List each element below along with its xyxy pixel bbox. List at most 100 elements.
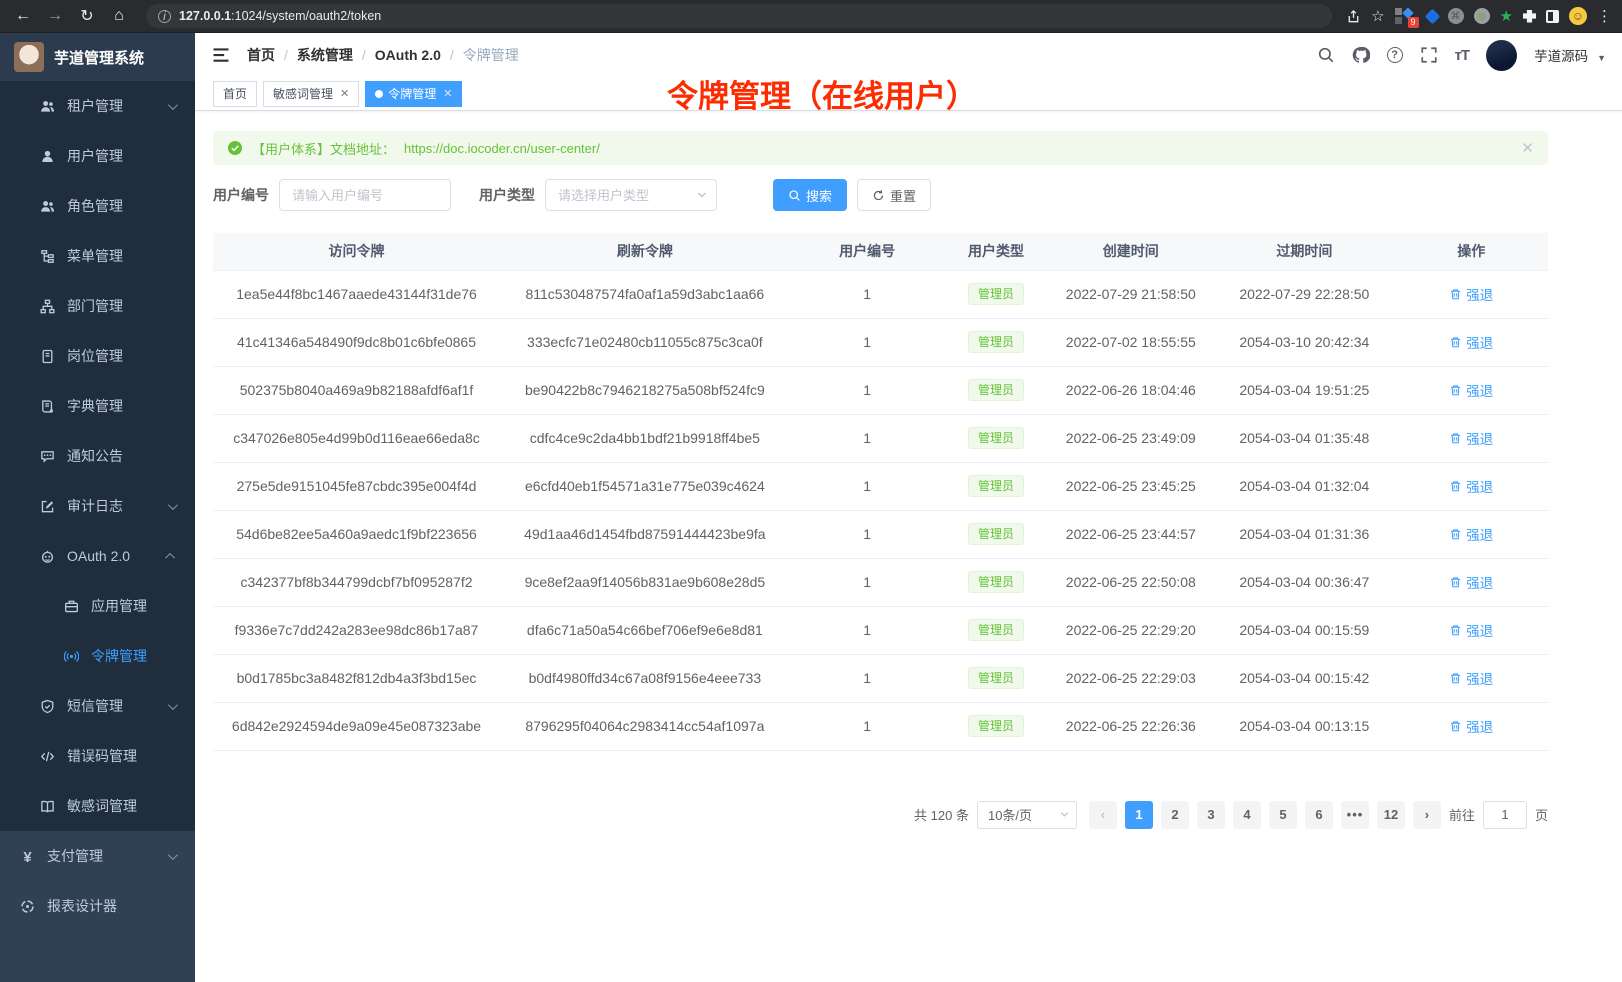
access-token-cell: c342377bf8b344799dcbf7bf095287f2: [213, 558, 500, 606]
breadcrumb-oauth2[interactable]: OAuth 2.0: [375, 47, 441, 63]
puzzle-extensions-icon[interactable]: [1523, 10, 1536, 23]
tab-token[interactable]: 令牌管理 ✕: [365, 81, 462, 107]
browser-back-button[interactable]: ←: [10, 3, 36, 29]
close-icon[interactable]: ✕: [1521, 139, 1534, 157]
site-info-icon[interactable]: i: [158, 10, 171, 23]
sidebar-item-notice[interactable]: 通知公告: [0, 431, 195, 481]
user-type-select[interactable]: [545, 179, 717, 211]
user-type-label: 用户类型: [479, 185, 535, 205]
sidebar-item-payment[interactable]: ¥ 支付管理: [0, 831, 195, 881]
close-icon[interactable]: ✕: [340, 87, 349, 100]
close-icon[interactable]: ✕: [443, 87, 452, 100]
pagination-prev-button[interactable]: ‹: [1089, 801, 1117, 829]
pagination-page-4[interactable]: 4: [1233, 801, 1261, 829]
app-logo-row[interactable]: 芋道管理系统: [0, 33, 195, 81]
breadcrumb-home[interactable]: 首页: [247, 45, 275, 65]
breadcrumb-system[interactable]: 系统管理: [297, 45, 353, 65]
browser-forward-button[interactable]: →: [42, 3, 68, 29]
address-bar[interactable]: i 127.0.0.1:1024/system/oauth2/token: [146, 4, 1332, 28]
pagination: 共 120 条 10条/页 ‹ 123456•••12 › 前往 页: [213, 801, 1548, 829]
sidebar-item-menu[interactable]: 菜单管理: [0, 231, 195, 281]
diamond-extension-icon[interactable]: [1424, 8, 1440, 24]
force-logout-button[interactable]: 强退: [1449, 380, 1493, 400]
sidebar-item-oauth2-token[interactable]: 令牌管理: [0, 631, 195, 681]
goto-page-input[interactable]: [1483, 801, 1527, 829]
pagination-ellipsis[interactable]: •••: [1341, 801, 1369, 829]
force-logout-button[interactable]: 强退: [1449, 716, 1493, 736]
app-logo: [14, 42, 44, 72]
breadcrumb-current: 令牌管理: [463, 45, 519, 65]
fullscreen-icon[interactable]: [1420, 46, 1438, 64]
user-id-cell: 1: [790, 558, 945, 606]
bookmark-star-icon[interactable]: ☆: [1371, 7, 1384, 25]
sidebar-item-error-code[interactable]: 错误码管理: [0, 731, 195, 781]
share-icon[interactable]: [1346, 9, 1361, 24]
hamburger-icon[interactable]: [211, 45, 231, 65]
sidebar-item-sensitive-word[interactable]: 敏感词管理: [0, 781, 195, 831]
force-logout-button[interactable]: 强退: [1449, 428, 1493, 448]
header-created-time: 创建时间: [1047, 233, 1214, 270]
search-icon[interactable]: [1317, 46, 1335, 64]
sidebar-item-oauth2[interactable]: OAuth 2.0: [0, 531, 195, 581]
table-row: 502375b8040a469a9b82188afdf6af1f be90422…: [213, 366, 1548, 414]
chevron-down-icon: [168, 100, 178, 110]
sidebar-item-user[interactable]: 用户管理: [0, 131, 195, 181]
force-logout-button[interactable]: 强退: [1449, 620, 1493, 640]
trash-icon: [1449, 528, 1462, 541]
page-size-select[interactable]: 10条/页: [977, 801, 1077, 829]
browser-reload-button[interactable]: ↻: [74, 3, 100, 29]
green-star-extension-icon[interactable]: ★: [1500, 7, 1513, 25]
user-avatar[interactable]: [1486, 40, 1517, 71]
sidebar-item-report-designer[interactable]: 报表设计器: [0, 881, 195, 931]
pagination-page-2[interactable]: 2: [1161, 801, 1189, 829]
force-logout-button[interactable]: 强退: [1449, 476, 1493, 496]
pagination-page-6[interactable]: 6: [1305, 801, 1333, 829]
username-label[interactable]: 芋道源码: [1534, 45, 1588, 65]
command-extension-icon[interactable]: ⌘: [1448, 8, 1464, 24]
github-icon[interactable]: [1352, 46, 1370, 64]
user-type-badge: 管理员: [968, 571, 1024, 593]
browser-home-button[interactable]: ⌂: [106, 3, 132, 29]
sidebar-item-role[interactable]: 角色管理: [0, 181, 195, 231]
user-type-cell: 管理员: [945, 558, 1048, 606]
pagination-page-3[interactable]: 3: [1197, 801, 1225, 829]
user-id-cell: 1: [790, 654, 945, 702]
reset-button[interactable]: 重置: [857, 179, 931, 211]
user-id-input[interactable]: [279, 179, 451, 211]
sidebar-menu: 租户管理 用户管理 角色管理 菜单管理 部门管理: [0, 81, 195, 982]
sidebar-item-tenant[interactable]: 租户管理: [0, 81, 195, 131]
sidebar-toggle-icon[interactable]: [1546, 10, 1559, 23]
font-size-icon[interactable]: тT: [1455, 47, 1470, 64]
pagination-page-5[interactable]: 5: [1269, 801, 1297, 829]
refresh-token-cell: b0df4980ffd34c67a08f9156e4eee733: [500, 654, 790, 702]
pagination-page-12[interactable]: 12: [1377, 801, 1405, 829]
circle-extension-icon[interactable]: [1474, 8, 1490, 24]
browser-chrome: ← → ↻ ⌂ i 127.0.0.1:1024/system/oauth2/t…: [0, 0, 1622, 33]
force-logout-button[interactable]: 强退: [1449, 572, 1493, 592]
sidebar-item-dict[interactable]: 字典管理: [0, 381, 195, 431]
sidebar-item-sms[interactable]: 短信管理: [0, 681, 195, 731]
users-icon: [40, 99, 55, 114]
search-button[interactable]: 搜索: [773, 179, 847, 211]
force-logout-button[interactable]: 强退: [1449, 284, 1493, 304]
force-logout-button[interactable]: 强退: [1449, 668, 1493, 688]
sidebar-item-oauth2-app[interactable]: 应用管理: [0, 581, 195, 631]
sidebar-item-audit-log[interactable]: 审计日志: [0, 481, 195, 531]
created-time-cell: 2022-06-25 22:26:36: [1047, 702, 1214, 750]
sidebar-item-dept[interactable]: 部门管理: [0, 281, 195, 331]
badge-icon: [40, 349, 55, 364]
user-type-badge: 管理员: [968, 619, 1024, 641]
tab-sensitive-word[interactable]: 敏感词管理 ✕: [263, 81, 359, 107]
doc-link[interactable]: https://doc.iocoder.cn/user-center/: [404, 141, 600, 156]
pagination-next-button[interactable]: ›: [1413, 801, 1441, 829]
tab-home[interactable]: 首页: [213, 81, 257, 107]
kebab-menu-icon[interactable]: ⋮: [1597, 7, 1612, 25]
extension-badge-icon[interactable]: 9: [1395, 7, 1417, 25]
pagination-page-1[interactable]: 1: [1125, 801, 1153, 829]
force-logout-button[interactable]: 强退: [1449, 524, 1493, 544]
profile-avatar-icon[interactable]: ☺: [1569, 7, 1587, 25]
sidebar-item-post[interactable]: 岗位管理: [0, 331, 195, 381]
help-icon[interactable]: ?: [1387, 47, 1403, 63]
force-logout-button[interactable]: 强退: [1449, 332, 1493, 352]
chevron-down-icon[interactable]: ▼: [1597, 47, 1606, 63]
